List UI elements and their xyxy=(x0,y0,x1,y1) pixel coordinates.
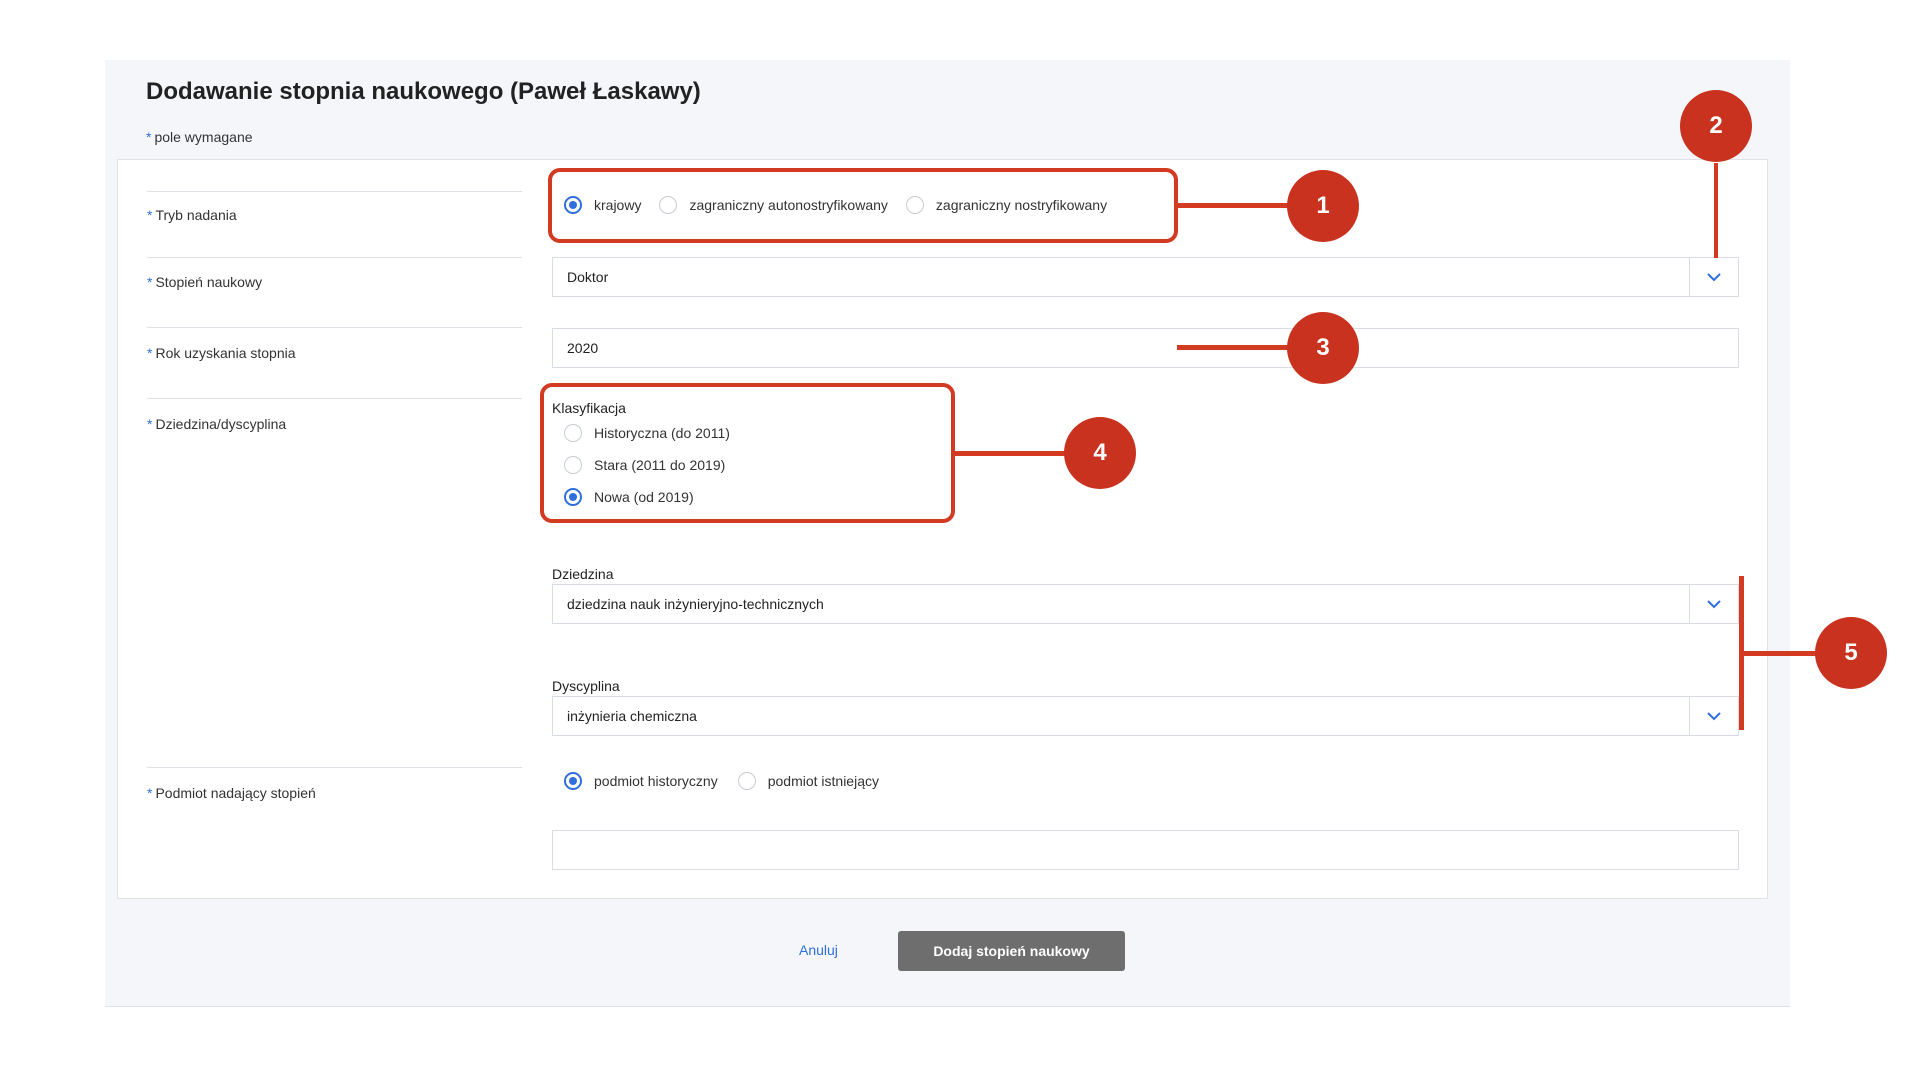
annotation-badge-3: 3 xyxy=(1287,312,1359,384)
page-title: Dodawanie stopnia naukowego (Paweł Łaska… xyxy=(146,78,701,105)
annotation-badge-5: 5 xyxy=(1815,617,1887,689)
divider xyxy=(147,767,522,768)
chevron-down-icon[interactable] xyxy=(1689,258,1738,296)
dyscyplina-select[interactable]: inżynieria chemiczna xyxy=(552,696,1739,736)
label-rok-uzyskania: * Rok uzyskania stopnia xyxy=(147,345,296,361)
annotation-connector-2 xyxy=(1714,163,1718,258)
annotation-badge-1: 1 xyxy=(1287,170,1359,242)
divider xyxy=(147,257,522,258)
annotation-highlight-1 xyxy=(548,168,1178,243)
podmiot-input[interactable] xyxy=(552,830,1739,870)
podmiot-radio-group: podmiot historyczny podmiot istniejący xyxy=(564,772,893,790)
required-note: * pole wymagane xyxy=(146,129,253,145)
divider xyxy=(147,398,522,399)
add-degree-button[interactable]: Dodaj stopień naukowy xyxy=(898,931,1125,971)
chevron-down-icon[interactable] xyxy=(1689,697,1738,735)
stopien-naukowy-select[interactable]: Doktor xyxy=(552,257,1739,297)
annotation-connector-1 xyxy=(1178,203,1288,208)
divider xyxy=(147,191,522,192)
annotation-connector-3 xyxy=(1177,345,1289,350)
label-tryb-nadania: * Tryb nadania xyxy=(147,207,237,223)
annotation-highlight-4 xyxy=(540,383,955,523)
label-dziedzina-dyscyplina: * Dziedzina/dyscyplina xyxy=(147,416,287,432)
chevron-down-icon[interactable] xyxy=(1689,585,1738,623)
divider xyxy=(147,327,522,328)
radio-podmiot-istniejacy[interactable]: podmiot istniejący xyxy=(737,772,879,790)
annotation-connector-4 xyxy=(955,451,1065,456)
label-podmiot: * Podmiot nadający stopień xyxy=(147,785,316,801)
annotation-badge-4: 4 xyxy=(1064,417,1136,489)
annotation-connector-5 xyxy=(1739,651,1816,656)
radio-podmiot-historyczny[interactable]: podmiot historyczny xyxy=(564,772,718,790)
dziedzina-select[interactable]: dziedzina nauk inżynieryjno-technicznych xyxy=(552,584,1739,624)
annotation-badge-2: 2 xyxy=(1680,90,1752,162)
dyscyplina-label: Dyscyplina xyxy=(552,678,620,694)
cancel-button[interactable]: Anuluj xyxy=(799,942,838,958)
rok-uzyskania-input[interactable]: 2020 xyxy=(552,328,1739,368)
radio-selected-icon xyxy=(564,772,582,790)
radio-empty-icon xyxy=(737,772,756,790)
label-stopien-naukowy: * Stopień naukowy xyxy=(147,274,263,290)
dziedzina-label: Dziedzina xyxy=(552,566,614,582)
